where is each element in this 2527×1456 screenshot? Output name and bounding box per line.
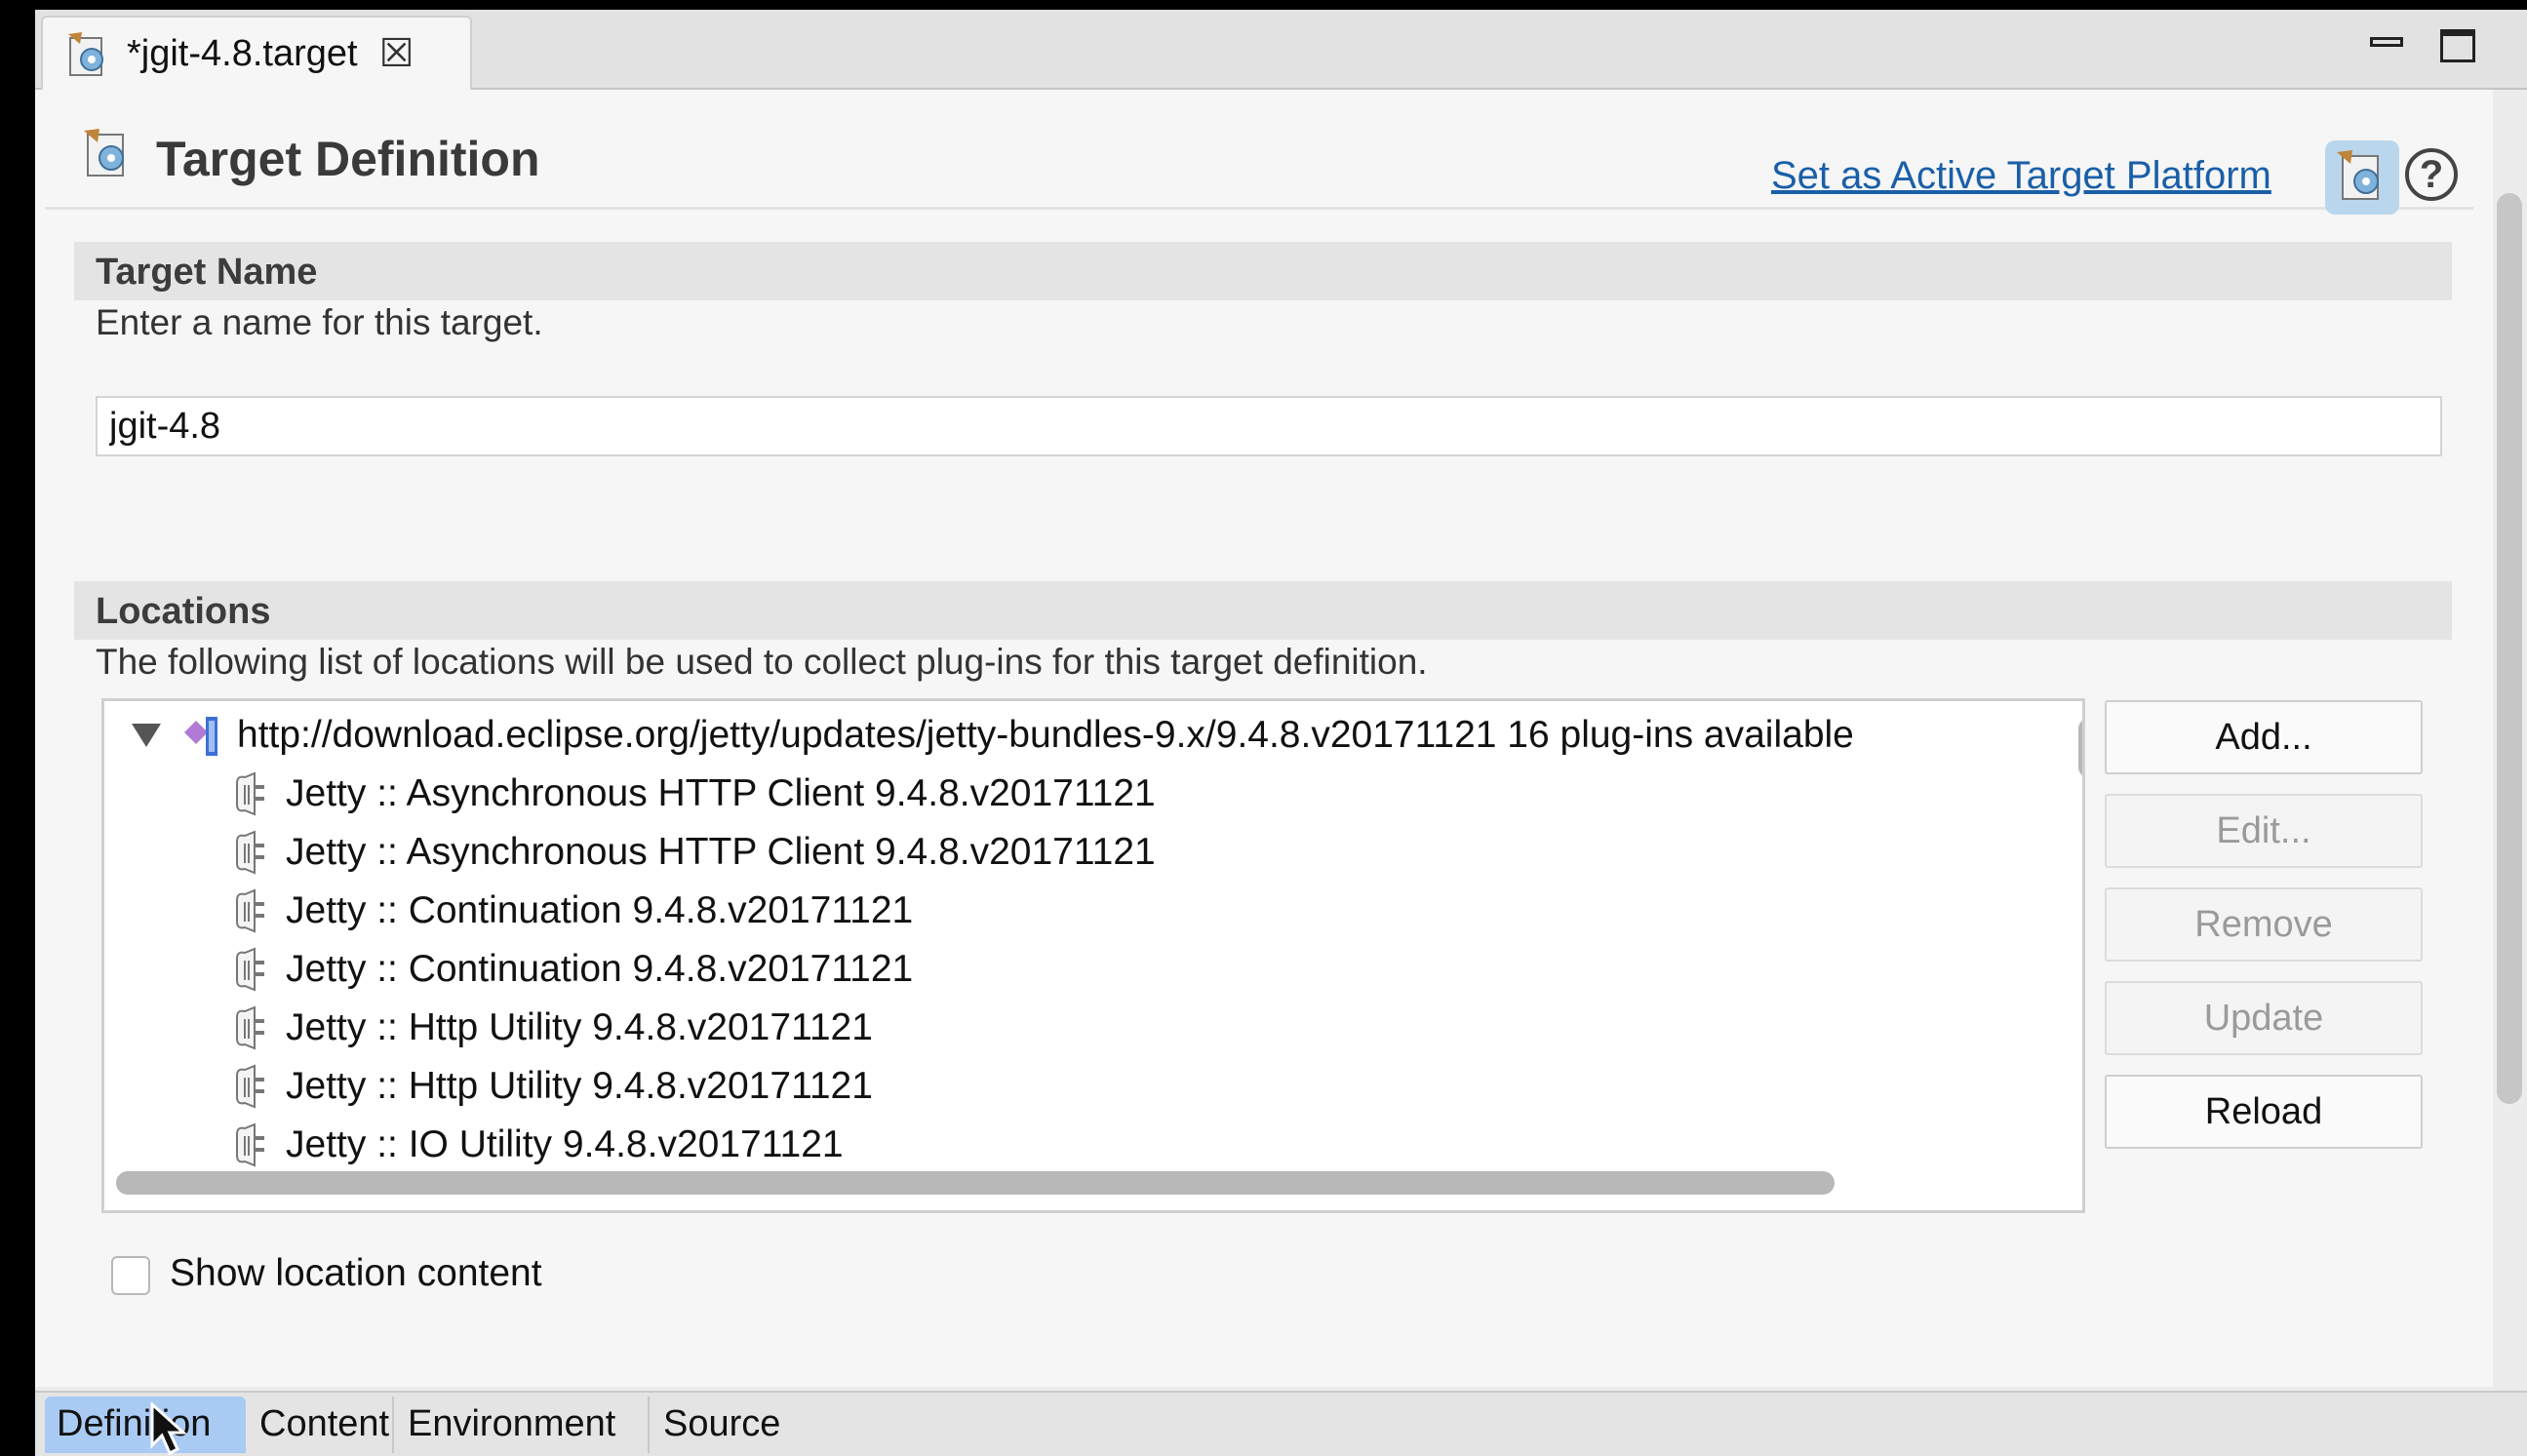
target-name-description: Enter a name for this target. [96,302,543,342]
locations-description: The following list of locations will be … [96,642,1428,682]
tree-item[interactable]: Jetty :: Asynchronous HTTP Client 9.4.8.… [229,824,1156,881]
reload-button[interactable]: Reload [2105,1075,2423,1149]
tree-horizontal-scrollbar[interactable] [116,1171,1835,1195]
target-definition-form: Target Definition Set as Active Target P… [35,90,2522,1387]
editor-tab-label: *jgit-4.8.target [127,32,358,74]
expand-toggle-icon[interactable] [132,724,161,747]
add-location-button[interactable]: Add... [2105,700,2423,774]
tab-content[interactable]: Content [248,1397,394,1453]
edit-location-button[interactable]: Edit... [2105,794,2423,868]
mouse-pointer-icon [150,1402,187,1456]
update-location-button[interactable]: Update [2105,981,2423,1055]
tab-source[interactable]: Source [651,1397,798,1453]
locations-section-title: Locations [96,591,271,632]
plugin-bundle-icon [236,947,264,992]
target-definition-icon [84,129,124,177]
show-location-content-checkbox[interactable] [111,1256,150,1295]
maximize-icon[interactable] [2436,23,2479,66]
locations-tree[interactable]: http://download.eclipse.org/jetty/update… [101,698,2085,1213]
locations-section-header: Locations [74,581,2452,640]
plugin-bundle-icon [236,1005,264,1050]
editor-tab-bar: *jgit-4.8.target ☒ [35,10,2527,90]
plugin-bundle-icon [236,771,264,816]
tree-item-label: Jetty :: Asynchronous HTTP Client 9.4.8.… [286,831,1156,873]
plugin-bundle-icon [236,1122,264,1167]
editor-tab-jgit-target[interactable]: *jgit-4.8.target ☒ [41,16,472,90]
tree-item-label: Jetty :: Http Utility 9.4.8.v20171121 [286,1065,873,1107]
plugin-bundle-icon [236,830,264,875]
plugin-bundle-icon [236,888,264,933]
plugin-bundle-icon [236,1064,264,1109]
target-name-input[interactable] [96,396,2442,456]
software-site-icon [184,717,217,756]
tree-item[interactable]: Jetty :: IO Utility 9.4.8.v20171121 [229,1117,844,1173]
set-active-target-link[interactable]: Set as Active Target Platform [1771,154,2271,198]
tab-definition[interactable]: Definition [45,1397,246,1453]
target-platform-icon [2337,150,2379,200]
form-vertical-scrollbar[interactable] [2497,193,2522,1104]
editor-page-tabs: Definition Content Environment Source [35,1391,2527,1456]
tree-root-label: http://download.eclipse.org/jetty/update… [237,714,1854,756]
tree-item[interactable]: Jetty :: Continuation 9.4.8.v20171121 [229,883,913,939]
tree-root-location[interactable]: http://download.eclipse.org/jetty/update… [132,707,1854,764]
tree-item-label: Jetty :: Http Utility 9.4.8.v20171121 [286,1006,873,1048]
tree-item[interactable]: Jetty :: Http Utility 9.4.8.v20171121 [229,1000,873,1056]
help-icon[interactable]: ? [2405,148,2458,201]
set-active-target-button[interactable] [2325,140,2399,215]
tree-item[interactable]: Jetty :: Asynchronous HTTP Client 9.4.8.… [229,766,1156,822]
target-name-section-header: Target Name [74,242,2452,300]
show-location-content-label: Show location content [170,1252,542,1294]
remove-location-button[interactable]: Remove [2105,887,2423,962]
tab-environment[interactable]: Environment [396,1397,650,1453]
tree-item-label: Jetty :: Continuation 9.4.8.v20171121 [286,948,914,990]
tree-item-label: Jetty :: Continuation 9.4.8.v20171121 [286,889,914,931]
tree-item-label: Jetty :: IO Utility 9.4.8.v20171121 [286,1123,844,1165]
tree-vertical-scrollbar[interactable] [2078,719,2082,777]
tree-item-label: Jetty :: Asynchronous HTTP Client 9.4.8.… [286,772,1156,814]
page-title: Target Definition [156,132,540,186]
target-name-section-title: Target Name [96,252,318,293]
target-file-icon [68,32,103,76]
form-header: Target Definition Set as Active Target P… [45,109,2473,215]
editor-window: *jgit-4.8.target ☒ Target Definition Set… [35,10,2527,1456]
tree-item[interactable]: Jetty :: Continuation 9.4.8.v20171121 [229,941,913,998]
minimize-icon[interactable] [2366,23,2409,66]
tree-item[interactable]: Jetty :: Http Utility 9.4.8.v20171121 [229,1058,873,1115]
close-icon[interactable]: ☒ [379,31,415,76]
